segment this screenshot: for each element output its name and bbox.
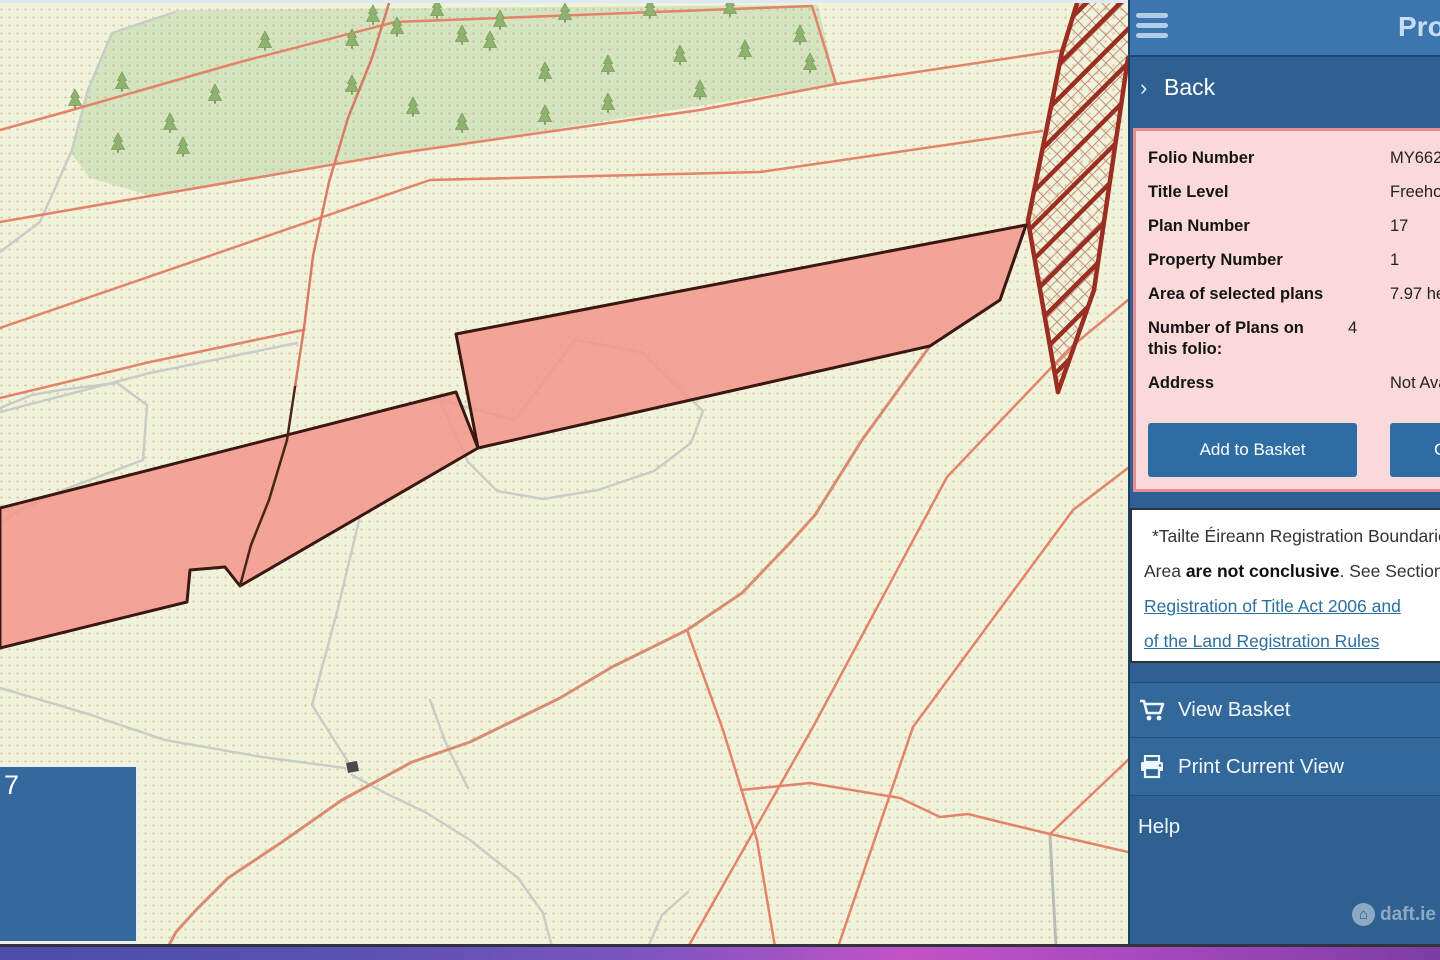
folio-row: Property Number 1 [1148, 250, 1440, 271]
folio-number-label: Folio Number [1148, 148, 1390, 169]
bottom-gradient-bar [0, 947, 1440, 960]
sidebar-title: Property [1398, 11, 1440, 43]
help-button[interactable]: Help [1130, 795, 1440, 858]
disclaimer-panel: *Tailte Éireann Registration Boundaries … [1130, 508, 1440, 663]
map-canvas [0, 0, 1128, 947]
disclaimer-line-1: *Tailte Éireann Registration Boundaries … [1144, 519, 1440, 554]
folio-row: Area of selected plans 7.97 hectares [1148, 284, 1440, 305]
map-info-badge[interactable]: 7 [0, 765, 138, 943]
landdirect-map-viewer: { "header": { "title": "Property", "menu… [0, 0, 1440, 960]
cart-icon [1139, 698, 1165, 722]
address-label: Address [1148, 373, 1390, 394]
folio-row: Folio Number MY662 [1148, 148, 1440, 169]
folio-row: Plan Number 17 [1148, 216, 1440, 237]
back-button[interactable]: › Back [1130, 59, 1440, 120]
sidebar-header: Property [1130, 0, 1440, 57]
area-value: 7.97 hectares [1390, 284, 1440, 305]
area-label: Area of selected plans [1148, 284, 1390, 305]
title-level-value: Freehold [1390, 182, 1440, 203]
map-top-strip [0, 0, 1128, 3]
plan-number-value: 17 [1390, 216, 1408, 237]
plans-count-label: Number of Plans on this folio: [1148, 318, 1348, 360]
view-basket-label: View Basket [1178, 698, 1290, 722]
help-label: Help [1138, 815, 1180, 839]
add-to-basket-button[interactable]: Add to Basket [1148, 423, 1357, 477]
house-icon: ⌂ [1352, 903, 1375, 926]
address-value: Not Available [1390, 373, 1440, 394]
title-act-link[interactable]: Registration of Title Act 2006 and [1144, 589, 1440, 624]
sidebar: Property › Back Folio Number MY662 Title… [1128, 0, 1440, 947]
order-copy-folio-button[interactable]: Copy Folio [1390, 423, 1440, 477]
folio-buttons: Add to Basket Copy Folio [1148, 423, 1440, 477]
property-number-value: 1 [1390, 250, 1399, 271]
property-number-label: Property Number [1148, 250, 1390, 271]
title-level-label: Title Level [1148, 182, 1390, 203]
daft-watermark: ⌂ daft.ie [1352, 903, 1436, 926]
folio-number-value: MY662 [1390, 148, 1440, 169]
back-label: Back [1164, 74, 1215, 101]
land-registration-rules-link[interactable]: of the Land Registration Rules [1144, 624, 1440, 659]
plan-number-label: Plan Number [1148, 216, 1390, 237]
land-registry-map[interactable]: 7 [0, 0, 1128, 947]
print-current-view-label: Print Current View [1178, 755, 1344, 779]
folio-details-panel: Folio Number MY662 Title Level Freehold … [1133, 128, 1440, 492]
printer-icon [1139, 755, 1165, 779]
building [346, 761, 359, 773]
plans-count-value: 4 [1348, 318, 1357, 360]
map-info-badge-text: 7 [4, 770, 19, 800]
print-current-view-button[interactable]: Print Current View [1130, 737, 1440, 795]
view-basket-button[interactable]: View Basket [1130, 682, 1440, 737]
folio-row: Title Level Freehold [1148, 182, 1440, 203]
disclaimer-line-2: Area are not conclusive. See Section [1144, 554, 1440, 589]
folio-row: Number of Plans on this folio: 4 [1148, 318, 1440, 360]
hamburger-icon[interactable] [1136, 13, 1168, 43]
chevron-right-icon: › [1140, 75, 1147, 101]
daft-watermark-text: daft.ie [1380, 904, 1436, 926]
folio-row: Address Not Available [1148, 373, 1440, 394]
